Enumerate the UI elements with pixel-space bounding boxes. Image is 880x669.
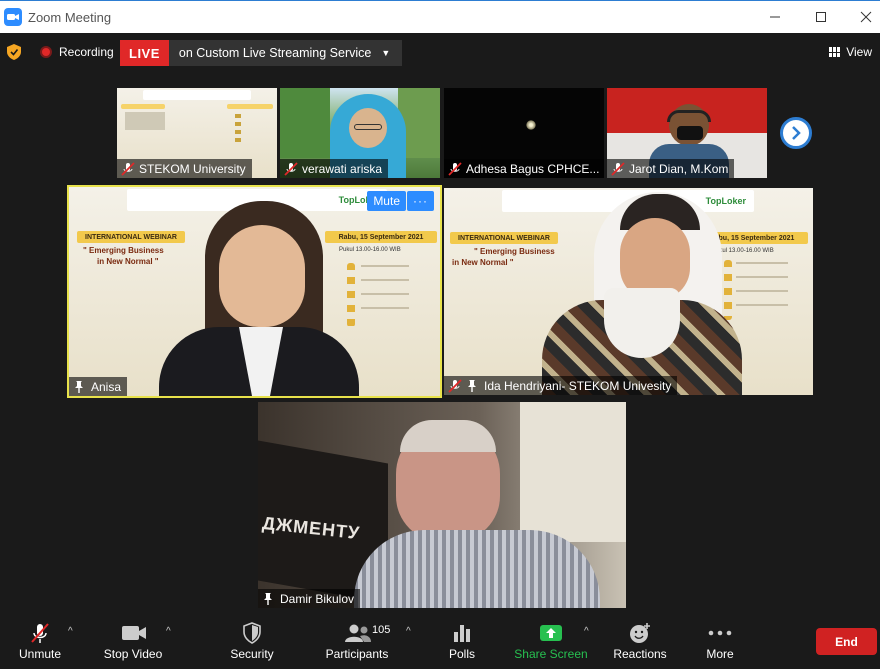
share-screen-icon — [539, 622, 563, 644]
participant-tile[interactable]: ДЖМЕНТУ Damir Bikulov — [258, 402, 626, 608]
bar-chart-icon — [452, 622, 472, 644]
participant-tile[interactable]: Adhesa Bagus CPHCE... — [444, 88, 604, 178]
video-feed — [526, 120, 536, 130]
live-stream-label: on Custom Live Streaming Service — [178, 46, 372, 60]
grid-view-icon — [829, 47, 841, 57]
maximize-button[interactable] — [798, 1, 844, 33]
emoji-reaction-icon — [629, 622, 651, 644]
audio-options-caret-icon[interactable]: ^ — [68, 626, 73, 637]
participant-name-tag: Adhesa Bagus CPHCE... — [444, 159, 604, 178]
mic-muted-icon — [284, 161, 298, 176]
slide-heading: INTERNATIONAL WEBINAR — [77, 231, 185, 243]
mic-muted-icon — [448, 378, 462, 393]
minimize-button[interactable] — [752, 1, 798, 33]
slide-topic-line1: " Emerging Business — [83, 246, 164, 255]
meeting-toolbar: Unmute ^ Stop Video ^ Security Participa… — [0, 612, 880, 669]
security-label: Security — [230, 647, 274, 661]
participants-button[interactable]: Participants — [322, 612, 392, 669]
unmute-button[interactable]: Unmute — [8, 612, 72, 669]
stop-video-button[interactable]: Stop Video — [98, 612, 168, 669]
live-stream-indicator[interactable]: LIVE on Custom Live Streaming Service ▼ — [120, 40, 403, 66]
participant-name: verawati ariska — [302, 161, 383, 176]
zoom-window: Zoom Meeting Recording LIVE on Custom Li… — [0, 0, 880, 669]
stop-video-label: Stop Video — [103, 647, 163, 661]
slide-topic-line1: " Emerging Business — [474, 247, 555, 256]
view-label: View — [846, 45, 872, 59]
share-screen-label: Share Screen — [514, 647, 588, 661]
participant-name: Ida Hendriyani- STEKOM Univesity — [484, 378, 672, 393]
video-camera-icon — [121, 622, 147, 644]
window-title: Zoom Meeting — [28, 9, 112, 25]
unmute-label: Unmute — [18, 647, 62, 661]
chevron-right-icon — [792, 126, 801, 140]
share-options-caret-icon[interactable]: ^ — [584, 626, 589, 637]
slide-time: Pukul 13.00-16.00 WIB — [339, 247, 401, 253]
zoom-logo-icon — [4, 8, 22, 26]
participant-name-tag: STEKOM University — [117, 159, 252, 178]
slide-topic-line2: in New Normal " — [452, 258, 514, 267]
slide-topic-line2: in New Normal " — [97, 257, 159, 266]
recording-indicator[interactable]: Recording — [40, 45, 114, 59]
close-button[interactable] — [843, 1, 880, 33]
security-button[interactable]: Security — [222, 612, 282, 669]
meeting-top-bar: Recording LIVE on Custom Live Streaming … — [0, 33, 880, 71]
participant-tile-active-speaker[interactable]: TopLoker INTERNATIONAL WEBINAR " Emergin… — [67, 185, 442, 398]
mute-participant-button[interactable]: Mute — [367, 191, 406, 211]
mic-muted-icon — [611, 161, 625, 176]
chevron-down-icon: ▼ — [381, 48, 391, 58]
participant-name: Jarot Dian, M.Kom — [629, 161, 729, 176]
participant-name: Adhesa Bagus CPHCE... — [466, 161, 600, 176]
participant-name-tag: Damir Bikulov — [258, 589, 361, 608]
recording-dot-icon — [40, 46, 52, 58]
brand-logo: TopLoker — [705, 196, 746, 206]
participants-icon — [344, 622, 372, 644]
live-badge: LIVE — [120, 40, 169, 66]
video-options-caret-icon[interactable]: ^ — [166, 626, 171, 637]
share-screen-button[interactable]: Share Screen — [512, 612, 590, 669]
pin-icon — [75, 381, 83, 393]
pin-icon — [264, 593, 272, 605]
reactions-button[interactable]: Reactions — [610, 612, 670, 669]
more-label: More — [706, 647, 734, 661]
more-options-button[interactable]: ··· — [407, 191, 434, 211]
participant-name: Damir Bikulov — [280, 591, 355, 606]
participant-name-tag: Anisa — [69, 377, 128, 396]
mic-muted-icon — [448, 161, 462, 176]
participants-label: Participants — [325, 647, 389, 661]
polls-button[interactable]: Polls — [440, 612, 484, 669]
reactions-label: Reactions — [613, 647, 667, 661]
participant-name-tag: verawati ariska — [280, 159, 389, 178]
mic-muted-icon — [121, 161, 135, 176]
participant-tile[interactable]: TopLoker INTERNATIONAL WEBINAR " Emergin… — [444, 188, 813, 395]
live-stream-dropdown[interactable]: on Custom Live Streaming Service ▼ — [168, 40, 403, 66]
participant-name-tag: Jarot Dian, M.Kom — [607, 159, 735, 178]
participant-tile[interactable]: verawati ariska — [280, 88, 440, 178]
participant-tile[interactable]: STEKOM University — [117, 88, 277, 178]
participant-name: Anisa — [91, 379, 122, 394]
ellipsis-icon — [708, 622, 732, 644]
next-page-button[interactable] — [780, 117, 812, 149]
participant-tile[interactable]: Jarot Dian, M.Kom — [607, 88, 767, 178]
participants-count: 105 — [372, 624, 391, 636]
participants-caret-icon[interactable]: ^ — [406, 626, 411, 637]
shield-icon — [242, 622, 262, 644]
recording-label: Recording — [59, 45, 114, 59]
view-button[interactable]: View — [829, 45, 872, 59]
pin-icon — [468, 380, 476, 392]
slide-date: Rabu, 15 September 2021 — [325, 231, 437, 243]
mic-muted-icon — [29, 622, 51, 644]
encryption-shield-icon[interactable] — [7, 44, 21, 60]
participant-name: STEKOM University — [139, 161, 246, 176]
polls-label: Polls — [448, 647, 475, 661]
slide-heading: INTERNATIONAL WEBINAR — [450, 232, 558, 244]
title-bar: Zoom Meeting — [0, 0, 880, 33]
more-button[interactable]: More — [700, 612, 740, 669]
participant-name-tag: Ida Hendriyani- STEKOM Univesity — [444, 376, 678, 395]
end-meeting-button[interactable]: End — [816, 628, 877, 655]
